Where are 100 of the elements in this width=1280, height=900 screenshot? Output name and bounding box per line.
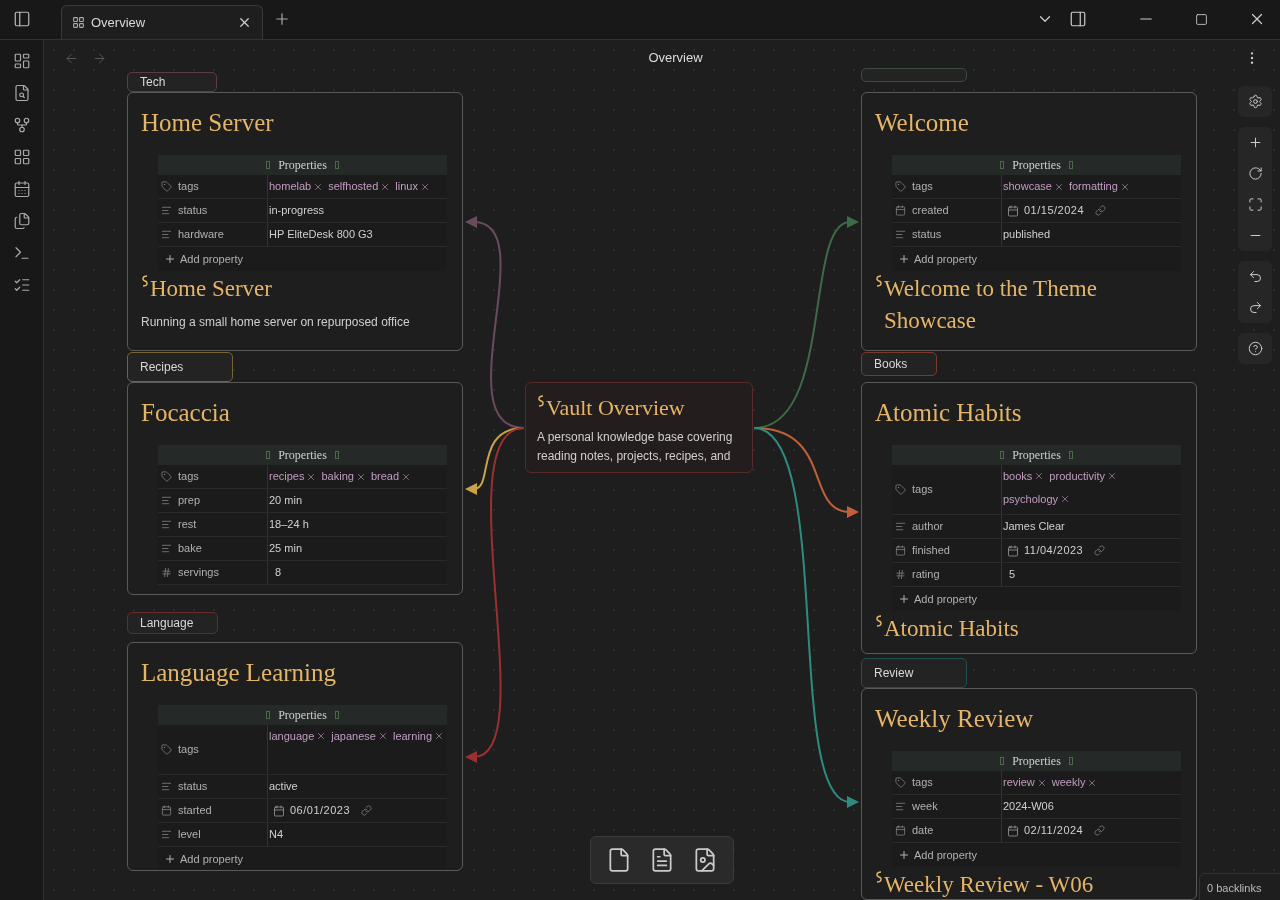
note-card[interactable]: Language Learning Properties tags language japanese learning status active started 06/01/2023 level N4 Add property (127, 642, 463, 871)
tag-chip[interactable]: formatting (1068, 178, 1130, 195)
group-label[interactable]: Tech (127, 72, 217, 92)
tag-chip[interactable]: books (1003, 468, 1045, 485)
property-value[interactable]: 8 (269, 564, 282, 581)
reset-icon[interactable] (1247, 166, 1263, 181)
note-card[interactable]: Focaccia Properties tags recipes baking bread prep 20 min rest 18–24 h bake 25 min servings 8 (127, 382, 463, 595)
tag-chip[interactable]: linux (395, 178, 430, 195)
group-label[interactable]: Language (127, 612, 218, 634)
remove-icon[interactable] (313, 181, 324, 192)
date-value[interactable]: 06/01/2023 (290, 802, 351, 819)
property-value[interactable]: HP EliteDesk 800 G3 (269, 226, 373, 243)
property-value[interactable]: 25 min (269, 540, 303, 557)
link-icon[interactable] (1095, 205, 1107, 216)
remove-icon[interactable] (306, 471, 317, 482)
add-property-button[interactable]: Add property (892, 247, 977, 271)
property-value[interactable]: active (269, 778, 298, 795)
canvas-icon[interactable] (12, 52, 31, 70)
remove-icon[interactable] (1034, 471, 1045, 482)
fit-icon[interactable] (1247, 197, 1263, 212)
tag-chip[interactable]: selfhosted (328, 178, 391, 195)
sidebar-toggle-icon[interactable] (13, 10, 31, 28)
file-search-icon[interactable] (12, 84, 31, 102)
property-value[interactable]: 20 min (269, 492, 303, 509)
tag-chip[interactable]: psychology (1003, 490, 1071, 507)
remove-icon[interactable] (1107, 471, 1117, 482)
maximize-icon[interactable] (1195, 12, 1208, 26)
properties-header[interactable]: Properties (892, 445, 1181, 465)
tag-chip[interactable]: homelab (269, 178, 324, 195)
add-property-button[interactable]: Add property (158, 247, 243, 271)
remove-icon[interactable] (380, 181, 391, 192)
property-value[interactable]: N4 (269, 826, 284, 843)
properties-header[interactable]: Properties (892, 751, 1181, 771)
add-property-button[interactable]: Add property (892, 587, 977, 611)
remove-icon[interactable] (1053, 181, 1064, 192)
new-tab-icon[interactable] (273, 10, 291, 28)
tag-chip[interactable]: recipes (269, 468, 317, 485)
remove-icon[interactable] (434, 731, 445, 742)
property-name: tags (912, 482, 933, 498)
properties-header[interactable]: Properties (158, 155, 447, 175)
remove-icon[interactable] (1087, 777, 1098, 788)
tag-chip[interactable]: productivity (1049, 468, 1117, 485)
note-card[interactable]: Home Server Properties tags homelab selfhosted linux status in-progress hardware HP EliteDesk 800 G3 Add property Home Server Running a small home server on repurposed office (127, 92, 463, 351)
remove-icon[interactable] (1119, 181, 1130, 192)
graph-icon[interactable] (12, 116, 31, 134)
link-icon[interactable] (1094, 825, 1106, 836)
tag-chip[interactable]: language (269, 728, 327, 745)
remove-icon[interactable] (1060, 493, 1071, 504)
tag-chip[interactable]: weekly (1051, 774, 1098, 791)
backlinks-count[interactable]: 0 backlinks (1199, 873, 1280, 900)
terminal-icon[interactable] (12, 244, 31, 262)
properties-header[interactable]: Properties (892, 155, 1181, 175)
add-property-button[interactable]: Add property (158, 847, 243, 870)
property-value[interactable]: in-progress (269, 202, 325, 219)
date-value[interactable]: 11/04/2023 (1024, 542, 1084, 559)
tag-chip[interactable]: japanese (331, 728, 388, 745)
property-value[interactable]: 18–24 h (269, 516, 309, 533)
close-icon[interactable] (237, 15, 252, 30)
tag-chip[interactable]: showcase (1003, 178, 1064, 195)
tag-chip[interactable]: review (1003, 774, 1047, 791)
remove-icon[interactable] (355, 471, 366, 482)
property-value[interactable]: 2024-W06 (1003, 798, 1054, 815)
remove-icon[interactable] (1036, 777, 1047, 788)
checklist-icon[interactable] (12, 276, 31, 294)
property-value[interactable]: published (1003, 226, 1051, 243)
redo-icon[interactable] (1247, 300, 1263, 315)
right-sidebar-icon[interactable] (1069, 10, 1087, 28)
files-icon[interactable] (12, 212, 31, 230)
tag-chip[interactable]: learning (392, 728, 445, 745)
date-value[interactable]: 02/11/2024 (1024, 822, 1084, 839)
settings-icon[interactable] (1247, 94, 1263, 109)
grid-icon[interactable] (12, 148, 31, 166)
link-icon[interactable] (1094, 545, 1106, 556)
tag-chip[interactable]: bread (370, 468, 412, 485)
undo-icon[interactable] (1247, 269, 1263, 284)
group-label[interactable]: Review (861, 658, 967, 688)
remove-icon[interactable] (420, 181, 430, 192)
tab[interactable]: Overview (61, 5, 263, 39)
properties-header[interactable]: Properties (158, 445, 447, 465)
connection-arrow[interactable] (753, 427, 859, 808)
remove-icon[interactable] (316, 731, 327, 742)
link-icon[interactable] (361, 805, 373, 816)
group-label[interactable]: Recipes (127, 352, 233, 382)
remove-icon[interactable] (401, 471, 412, 482)
calendar-icon[interactable] (12, 180, 31, 198)
date-value[interactable]: 01/15/2024 (1024, 202, 1085, 219)
tag-chip[interactable]: baking (321, 468, 366, 485)
note-card[interactable]: Welcome Properties tags showcase formatting created 01/15/2024 status published Add property Welcome to the Theme Showcase (861, 92, 1197, 351)
note-card[interactable]: Atomic Habits Properties tags books productivity psychology author James Clear finished 11/04/2023 rating 5 Add property Atomic Habits (861, 382, 1197, 654)
property-value[interactable]: James Clear (1003, 518, 1065, 535)
remove-icon[interactable] (377, 731, 388, 742)
property-value[interactable]: 5 (1003, 566, 1016, 583)
note-card[interactable]: Vault Overview A personal knowledge base covering reading notes, projects, recipes, and (525, 382, 753, 473)
zoom-in-icon[interactable] (1247, 135, 1263, 150)
note-icon[interactable] (649, 847, 675, 873)
help-icon[interactable] (1247, 341, 1263, 356)
add-property-button[interactable]: Add property (892, 843, 977, 867)
group-label[interactable]: Books (861, 352, 937, 376)
properties-header[interactable]: Properties (158, 705, 447, 725)
note-card[interactable]: Weekly Review Properties tags review weekly week 2024-W06 date 02/11/2024 Add property Weekly Review - W06 (861, 688, 1197, 900)
